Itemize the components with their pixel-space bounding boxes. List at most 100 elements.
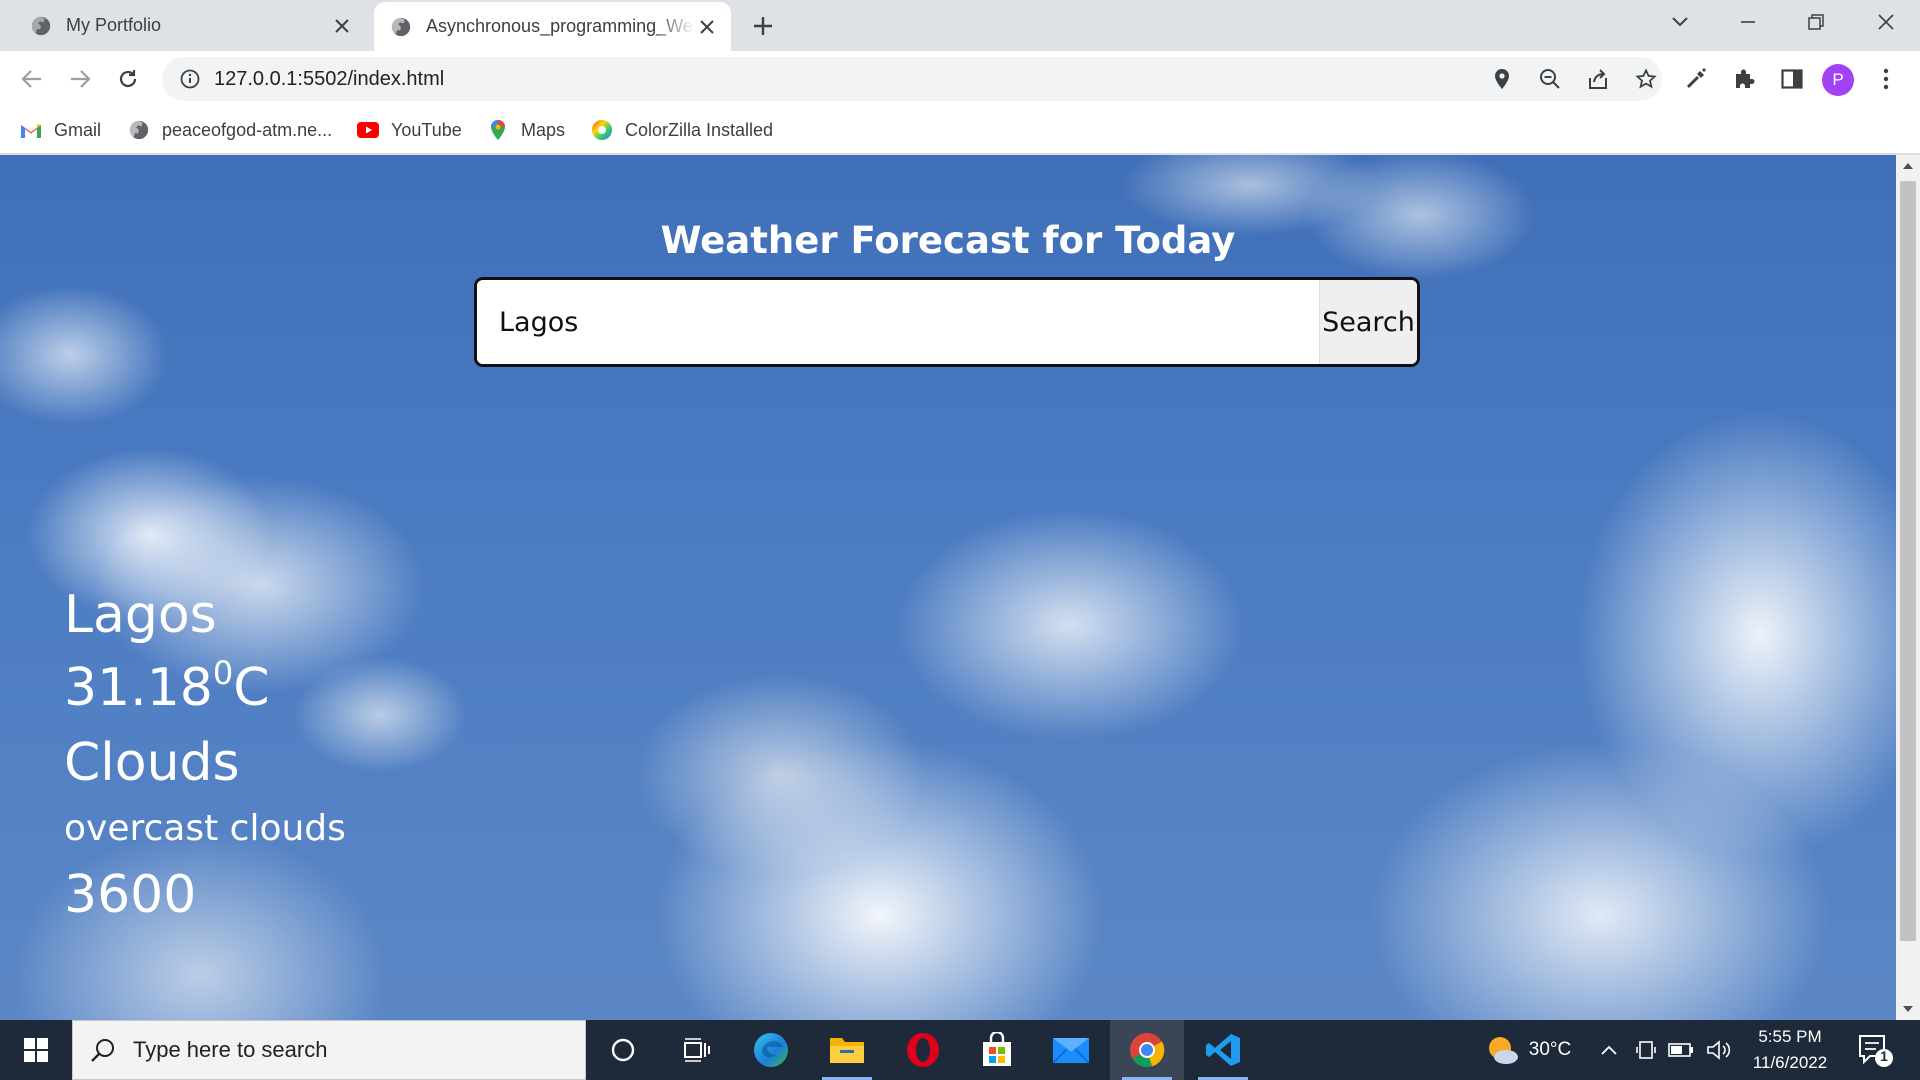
page-viewport: Weather Forecast for Today Search Lagos … — [0, 155, 1896, 1020]
bookmark-label: Maps — [521, 119, 566, 140]
taskbar-weather-widget[interactable]: 30°C — [1470, 1020, 1586, 1080]
taskbar-edge[interactable] — [734, 1020, 808, 1080]
new-tab-button[interactable] — [748, 12, 778, 40]
bookmark-youtube[interactable]: YouTube — [357, 107, 462, 153]
maps-icon — [487, 119, 509, 141]
tab-search-button[interactable] — [1660, 6, 1700, 38]
scroll-up-arrow[interactable] — [1896, 155, 1920, 177]
speaker-icon — [1707, 1040, 1731, 1060]
close-window-button[interactable] — [1866, 6, 1906, 38]
volume-button[interactable] — [1704, 1020, 1734, 1080]
globe-icon — [31, 16, 51, 35]
page-title: Weather Forecast for Today — [660, 219, 1236, 262]
taskbar-chrome[interactable] — [1110, 1020, 1184, 1080]
more-vertical-icon — [1883, 68, 1889, 90]
tab-asynchronous-programming[interactable]: Asynchronous_programming_We — [374, 2, 731, 51]
weather-city: Lagos — [64, 585, 217, 645]
task-view-button[interactable] — [660, 1020, 734, 1080]
browser-menu-button[interactable] — [1868, 61, 1904, 97]
bookmark-label: Gmail — [54, 119, 102, 140]
side-panel-button[interactable] — [1774, 61, 1810, 97]
url-text[interactable]: 127.0.0.1:5502/index.html — [214, 57, 444, 101]
page-scrollbar[interactable] — [1896, 155, 1920, 1020]
site-info-icon[interactable] — [178, 67, 202, 91]
forward-button[interactable] — [62, 61, 98, 97]
notification-center-button[interactable]: 1 — [1852, 1030, 1896, 1070]
partly-cloudy-icon — [1488, 1037, 1518, 1064]
taskbar-file-explorer[interactable] — [810, 1020, 884, 1080]
temperature-value: 31.18 — [64, 658, 213, 718]
address-bar[interactable]: 127.0.0.1:5502/index.html — [162, 57, 1662, 101]
battery-icon — [1668, 1043, 1693, 1057]
search-form: Search — [474, 277, 1420, 367]
taskbar-search-box[interactable]: Type here to search — [72, 1020, 586, 1080]
tab-title: My Portfolio — [66, 15, 162, 35]
bookmark-star-icon[interactable] — [1632, 65, 1660, 93]
minimize-button[interactable] — [1728, 6, 1768, 38]
mail-icon — [1052, 1038, 1090, 1064]
scrollbar-thumb[interactable] — [1900, 181, 1916, 941]
scroll-down-arrow[interactable] — [1896, 998, 1920, 1020]
side-panel-icon — [1781, 69, 1803, 89]
globe-icon — [391, 17, 411, 36]
windows-taskbar: Type here to search 30°C 5:55 PM 11/6/20… — [0, 1020, 1920, 1080]
device-icon — [1636, 1041, 1656, 1059]
task-view-icon — [684, 1038, 710, 1062]
restore-button[interactable] — [1796, 6, 1836, 38]
close-tab-icon[interactable] — [695, 15, 719, 39]
bookmark-label: ColorZilla Installed — [625, 119, 774, 140]
battery-button[interactable] — [1666, 1020, 1696, 1080]
bookmark-peaceofgod[interactable]: peaceofgod-atm.ne... — [128, 107, 332, 153]
taskbar-opera[interactable] — [886, 1020, 960, 1080]
bookmark-gmail[interactable]: Gmail — [20, 107, 101, 153]
search-icon — [91, 1039, 114, 1062]
plus-icon — [754, 17, 772, 35]
taskbar-mail[interactable] — [1034, 1020, 1108, 1080]
zoom-out-icon[interactable] — [1536, 65, 1564, 93]
share-icon[interactable] — [1584, 65, 1612, 93]
reload-button[interactable] — [110, 61, 146, 97]
gmail-icon — [20, 119, 42, 141]
tab-strip: My Portfolio Asynchronous_programming_We — [0, 0, 1920, 51]
back-button[interactable] — [14, 61, 50, 97]
tab-my-portfolio[interactable]: My Portfolio — [0, 0, 366, 51]
opera-icon — [907, 1033, 939, 1067]
clock-time: 5:55 PM — [1758, 1027, 1822, 1046]
tab-title: Asynchronous_programming_We — [426, 16, 693, 36]
colorzilla-extension-button[interactable] — [1678, 61, 1714, 97]
cortana-circle-icon — [611, 1038, 635, 1062]
browser-window: My Portfolio Asynchronous_programming_We — [0, 0, 1920, 1080]
profile-avatar[interactable]: P — [1822, 64, 1854, 96]
globe-icon — [128, 119, 150, 141]
show-hidden-icons-button[interactable] — [1596, 1020, 1622, 1080]
youtube-icon — [357, 119, 379, 141]
taskbar-vscode[interactable] — [1186, 1020, 1260, 1080]
bookmark-maps[interactable]: Maps — [487, 107, 565, 153]
cortana-button[interactable] — [586, 1020, 660, 1080]
chevron-up-icon — [1601, 1045, 1617, 1055]
arrow-left-icon — [21, 70, 41, 88]
temperature-unit: C — [233, 658, 270, 718]
taskbar-clock[interactable]: 5:55 PM 11/6/2022 — [1736, 1024, 1844, 1076]
bookmark-colorzilla[interactable]: ColorZilla Installed — [591, 107, 773, 153]
chrome-icon — [1130, 1033, 1165, 1068]
weather-timezone: 3600 — [64, 865, 197, 925]
location-icon[interactable] — [1488, 65, 1516, 93]
windows-logo-icon — [24, 1038, 48, 1062]
minimize-icon — [1741, 21, 1755, 23]
restore-icon — [1808, 14, 1824, 30]
city-search-input[interactable] — [477, 280, 1322, 364]
search-button[interactable]: Search — [1319, 280, 1417, 364]
notification-count: 1 — [1880, 1048, 1888, 1064]
weather-description: overcast clouds — [64, 808, 346, 849]
close-tab-icon[interactable] — [330, 14, 354, 38]
meet-now-button[interactable] — [1632, 1020, 1660, 1080]
clock-date: 11/6/2022 — [1752, 1053, 1828, 1072]
taskbar-microsoft-store[interactable] — [960, 1020, 1034, 1080]
browser-toolbar: 127.0.0.1:5502/index.html P — [0, 51, 1920, 107]
weather-temperature: 31.180C — [64, 654, 270, 718]
extensions-button[interactable] — [1726, 61, 1762, 97]
start-button[interactable] — [0, 1020, 72, 1080]
weather-condition: Clouds — [64, 733, 240, 793]
arrow-right-icon — [71, 70, 91, 88]
